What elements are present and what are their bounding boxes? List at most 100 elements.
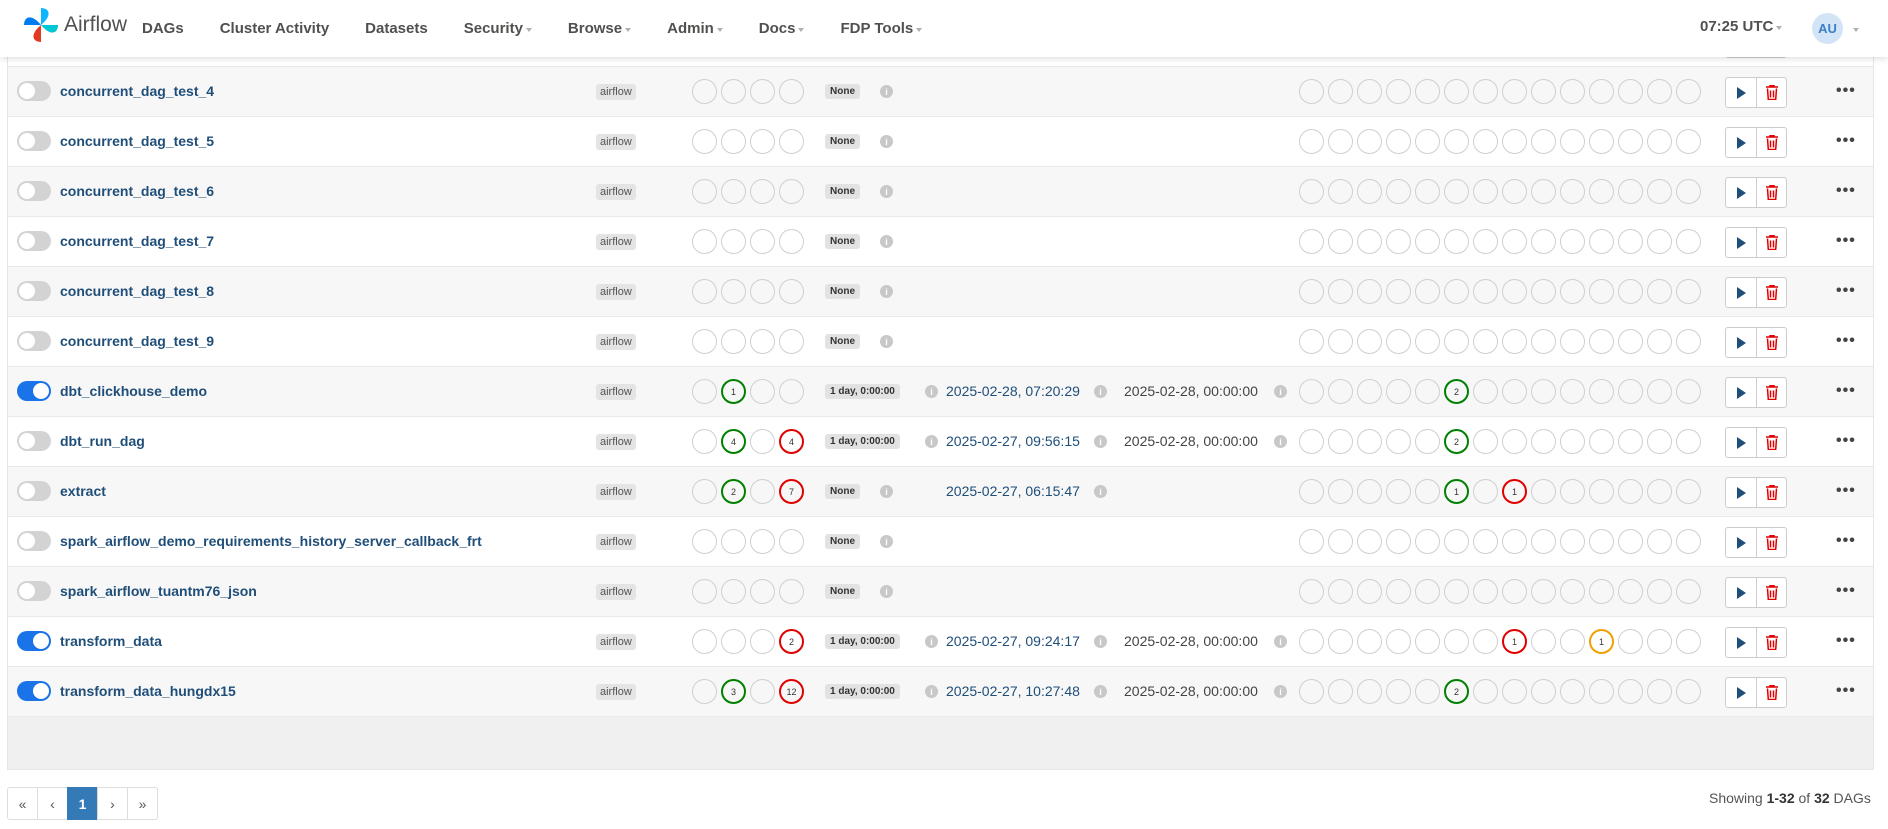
run-status-circle[interactable] <box>1502 329 1527 354</box>
pause-toggle[interactable] <box>17 381 51 401</box>
run-status-circle[interactable] <box>1560 279 1585 304</box>
run-status-circle[interactable] <box>1386 579 1411 604</box>
run-status-circle[interactable]: 4 <box>779 429 804 454</box>
run-status-circle[interactable] <box>1299 279 1324 304</box>
info-icon[interactable]: i <box>880 335 893 348</box>
run-status-circle[interactable] <box>1589 79 1614 104</box>
run-status-circle[interactable] <box>1589 679 1614 704</box>
run-status-circle[interactable] <box>750 379 775 404</box>
run-status-circle[interactable] <box>1386 379 1411 404</box>
run-status-circle[interactable] <box>750 479 775 504</box>
pause-toggle[interactable] <box>17 631 51 651</box>
run-status-circle[interactable] <box>692 629 717 654</box>
run-status-circle[interactable] <box>1589 529 1614 554</box>
run-status-circle[interactable] <box>1676 329 1701 354</box>
run-status-circle[interactable] <box>779 579 804 604</box>
run-status-circle[interactable] <box>1357 379 1382 404</box>
trigger-dag-button[interactable] <box>1726 228 1756 257</box>
run-status-circle[interactable] <box>1589 429 1614 454</box>
run-status-circle[interactable] <box>1357 479 1382 504</box>
run-status-circle[interactable] <box>1560 629 1585 654</box>
run-status-circle[interactable] <box>1618 679 1643 704</box>
more-options-icon[interactable]: ••• <box>1836 132 1856 150</box>
nav-dags[interactable]: DAGs <box>142 20 184 37</box>
info-icon[interactable]: i <box>1274 385 1287 398</box>
run-status-circle[interactable] <box>1560 129 1585 154</box>
last-run-link[interactable]: 2025-02-28, 07:20:29 <box>946 383 1080 399</box>
more-options-icon[interactable]: ••• <box>1836 482 1856 500</box>
run-status-circle[interactable] <box>1473 429 1498 454</box>
run-status-circle[interactable] <box>1560 579 1585 604</box>
trigger-dag-button[interactable] <box>1726 378 1756 407</box>
run-status-circle[interactable] <box>721 629 746 654</box>
run-status-circle[interactable] <box>1676 479 1701 504</box>
run-status-circle[interactable] <box>779 529 804 554</box>
run-status-circle[interactable] <box>1357 679 1382 704</box>
run-status-circle[interactable] <box>1299 479 1324 504</box>
more-options-icon[interactable]: ••• <box>1836 232 1856 250</box>
run-status-circle[interactable] <box>1415 279 1440 304</box>
first-page-button[interactable]: « <box>7 787 38 820</box>
info-icon[interactable]: i <box>880 485 893 498</box>
run-status-circle[interactable] <box>750 279 775 304</box>
more-options-icon[interactable]: ••• <box>1836 82 1856 100</box>
last-run-link[interactable]: 2025-02-27, 10:27:48 <box>946 683 1080 699</box>
info-icon[interactable]: i <box>1094 685 1107 698</box>
run-status-circle[interactable] <box>1618 279 1643 304</box>
run-status-circle[interactable] <box>721 279 746 304</box>
run-status-circle[interactable] <box>1618 229 1643 254</box>
run-status-circle[interactable] <box>1328 679 1353 704</box>
run-status-circle[interactable]: 12 <box>779 679 804 704</box>
run-status-circle[interactable] <box>692 579 717 604</box>
run-status-circle[interactable] <box>1299 679 1324 704</box>
owner-badge[interactable]: airflow <box>596 534 636 550</box>
run-status-circle[interactable] <box>1502 229 1527 254</box>
run-status-circle[interactable] <box>1531 529 1556 554</box>
run-status-circle[interactable] <box>1328 479 1353 504</box>
run-status-circle[interactable] <box>1357 329 1382 354</box>
more-options-icon[interactable]: ••• <box>1836 182 1856 200</box>
run-status-circle[interactable] <box>1386 79 1411 104</box>
owner-badge[interactable]: airflow <box>596 584 636 600</box>
pause-toggle[interactable] <box>17 181 51 201</box>
more-options-icon[interactable]: ••• <box>1836 382 1856 400</box>
run-status-circle[interactable] <box>1328 529 1353 554</box>
run-status-circle[interactable] <box>1560 529 1585 554</box>
trigger-dag-button[interactable] <box>1726 578 1756 607</box>
run-status-circle[interactable] <box>1531 429 1556 454</box>
more-options-icon[interactable]: ••• <box>1836 632 1856 650</box>
run-status-circle[interactable] <box>779 79 804 104</box>
run-status-circle[interactable] <box>1299 529 1324 554</box>
info-icon[interactable]: i <box>925 685 938 698</box>
run-status-circle[interactable]: 2 <box>1444 429 1469 454</box>
delete-dag-button[interactable] <box>1756 678 1786 707</box>
run-status-circle[interactable] <box>1473 329 1498 354</box>
run-status-circle[interactable] <box>1589 129 1614 154</box>
run-status-circle[interactable]: 2 <box>779 629 804 654</box>
run-status-circle[interactable] <box>1444 79 1469 104</box>
run-status-circle[interactable] <box>1299 329 1324 354</box>
delete-dag-button[interactable] <box>1756 328 1786 357</box>
run-status-circle[interactable] <box>1589 479 1614 504</box>
more-options-icon[interactable]: ••• <box>1836 682 1856 700</box>
run-status-circle[interactable] <box>721 329 746 354</box>
run-status-circle[interactable] <box>1386 629 1411 654</box>
run-status-circle[interactable] <box>1618 329 1643 354</box>
trigger-dag-button[interactable] <box>1726 628 1756 657</box>
run-status-circle[interactable] <box>1502 429 1527 454</box>
run-status-circle[interactable]: 2 <box>721 479 746 504</box>
run-status-circle[interactable] <box>1618 529 1643 554</box>
run-status-circle[interactable] <box>1415 529 1440 554</box>
run-status-circle[interactable] <box>750 329 775 354</box>
pause-toggle[interactable] <box>17 131 51 151</box>
run-status-circle[interactable] <box>1299 429 1324 454</box>
run-status-circle[interactable] <box>1618 629 1643 654</box>
run-status-circle[interactable] <box>692 229 717 254</box>
run-status-circle[interactable] <box>1647 329 1672 354</box>
run-status-circle[interactable] <box>750 229 775 254</box>
run-status-circle[interactable] <box>1473 229 1498 254</box>
run-status-circle[interactable] <box>750 629 775 654</box>
nav-cluster-activity[interactable]: Cluster Activity <box>220 20 329 37</box>
run-status-circle[interactable] <box>1386 329 1411 354</box>
run-status-circle[interactable] <box>1415 79 1440 104</box>
